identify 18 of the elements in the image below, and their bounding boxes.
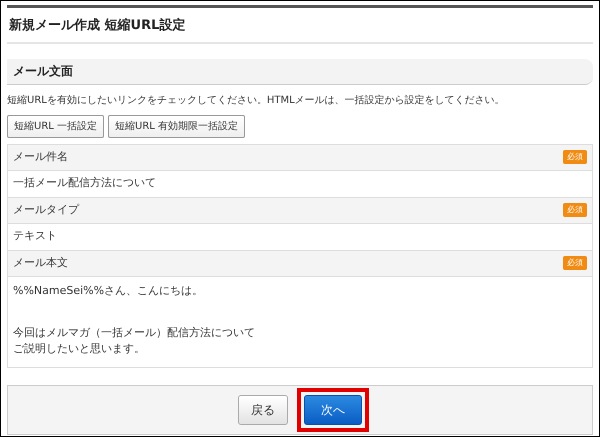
page-title: 新規メール作成 短縮URL設定 (7, 8, 593, 44)
required-badge: 必須 (563, 150, 587, 164)
body-text-line: ご説明したいと思います。 (13, 340, 146, 356)
field-label: メールタイプ (13, 202, 79, 218)
required-badge: 必須 (563, 256, 587, 270)
bulk-setting-button[interactable]: 短縮URL 一括設定 (7, 114, 104, 138)
required-badge: 必須 (563, 203, 587, 217)
body-text-line: 今回はメルマガ（一括メール）配信方法について (13, 324, 256, 340)
section-title: メール文面 (13, 63, 73, 80)
field-label: メール件名 (13, 148, 68, 165)
field-label: メール本文 (13, 254, 68, 271)
body-text-line: %%NameSei%%さん、こんにちは。 (13, 282, 204, 298)
section-description: 短縮URLを有効にしたいリンクをチェックしてください。HTMLメールは、一括設定から設定をしてください。 (7, 94, 506, 108)
back-button[interactable]: 戻る (238, 394, 288, 424)
next-button[interactable]: 次へ (304, 394, 362, 424)
field-value: 一括メール配信方法について (13, 175, 156, 192)
field-value: テキスト (13, 228, 57, 244)
bulk-setting-button[interactable]: 短縮URL 有効期限一括設定 (108, 114, 246, 138)
